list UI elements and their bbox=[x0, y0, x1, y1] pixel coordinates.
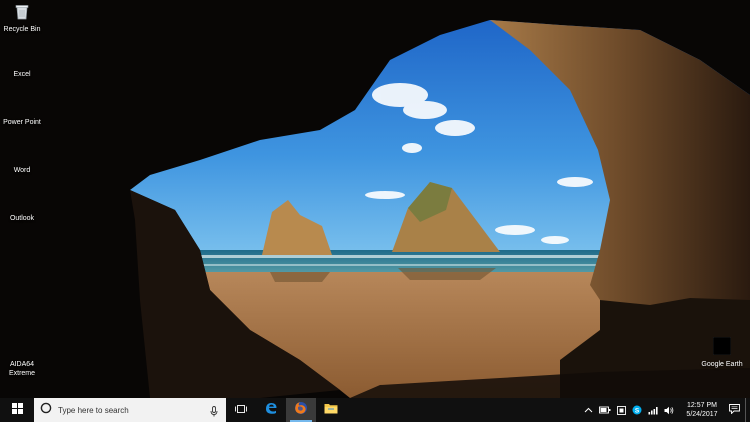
action-center-button[interactable] bbox=[723, 398, 745, 422]
outlook-icon bbox=[0, 204, 54, 212]
word-icon bbox=[0, 156, 54, 164]
show-hidden-icons-chevron-icon[interactable] bbox=[584, 407, 593, 413]
microphone-icon[interactable] bbox=[210, 404, 218, 422]
system-tray: S 12:57 PM 5/24/2017 bbox=[581, 398, 750, 422]
desktop-icon-recycle-bin[interactable]: Recycle Bin bbox=[0, 4, 54, 34]
start-button[interactable] bbox=[0, 398, 34, 422]
powerpoint-icon bbox=[0, 108, 54, 116]
desktop-icon-label: Outlook bbox=[9, 215, 35, 222]
file-explorer-icon bbox=[324, 401, 338, 419]
cortana-icon bbox=[40, 401, 52, 419]
excel-icon bbox=[0, 60, 54, 68]
desktop-icon-aida64[interactable]: AIDA64 Extreme bbox=[0, 350, 54, 378]
task-view-button[interactable] bbox=[226, 398, 256, 422]
battery-icon[interactable] bbox=[599, 406, 611, 414]
wallpaper bbox=[0, 0, 750, 402]
desktop-icon-word[interactable]: Word bbox=[0, 156, 54, 175]
clock-time: 12:57 PM bbox=[687, 402, 717, 409]
aida64-icon bbox=[0, 350, 54, 358]
taskbar-app-edge[interactable] bbox=[256, 398, 286, 422]
desktop-icon-powerpoint[interactable]: Power Point bbox=[0, 108, 54, 127]
google-earth-icon bbox=[690, 336, 750, 358]
desktop-icon-google-earth[interactable]: Google Earth bbox=[690, 336, 750, 369]
network-icon[interactable] bbox=[648, 406, 658, 415]
desktop-icon-excel[interactable]: Excel bbox=[0, 60, 54, 79]
clock-date: 5/24/2017 bbox=[686, 411, 718, 418]
show-desktop-button[interactable] bbox=[745, 398, 750, 422]
desktop-icon-label: Word bbox=[13, 167, 31, 174]
desktop[interactable]: Recycle Bin Excel Power Point Word Outlo… bbox=[0, 0, 750, 422]
desktop-icon-label: Excel bbox=[13, 71, 31, 78]
desktop-icon-label: Power Point bbox=[3, 119, 41, 126]
task-view-icon bbox=[235, 401, 247, 419]
desktop-icon-label: Recycle Bin bbox=[3, 26, 41, 33]
skype-icon[interactable]: S bbox=[632, 405, 642, 415]
tray-app-icon[interactable] bbox=[617, 405, 626, 415]
taskbar-search-box[interactable]: Type here to search bbox=[34, 398, 226, 422]
desktop-icon-label: Google Earth bbox=[701, 361, 743, 368]
taskbar-app-file-explorer[interactable] bbox=[316, 398, 346, 422]
svg-text:S: S bbox=[635, 407, 640, 414]
edge-icon bbox=[264, 401, 278, 420]
recycle-bin-icon bbox=[0, 4, 54, 23]
taskbar-app-firefox[interactable] bbox=[286, 398, 316, 422]
desktop-icon-label: AIDA64 Extreme bbox=[8, 361, 36, 377]
notification-icon bbox=[728, 401, 740, 419]
volume-icon[interactable] bbox=[664, 406, 674, 415]
windows-logo-icon bbox=[11, 401, 23, 419]
desktop-icon-outlook[interactable]: Outlook bbox=[0, 204, 54, 223]
search-placeholder: Type here to search bbox=[58, 405, 129, 415]
firefox-icon bbox=[294, 401, 308, 420]
taskbar: Type here to search S 12:57 PM 5/24/2017 bbox=[0, 398, 750, 422]
taskbar-clock[interactable]: 12:57 PM 5/24/2017 bbox=[681, 401, 723, 419]
